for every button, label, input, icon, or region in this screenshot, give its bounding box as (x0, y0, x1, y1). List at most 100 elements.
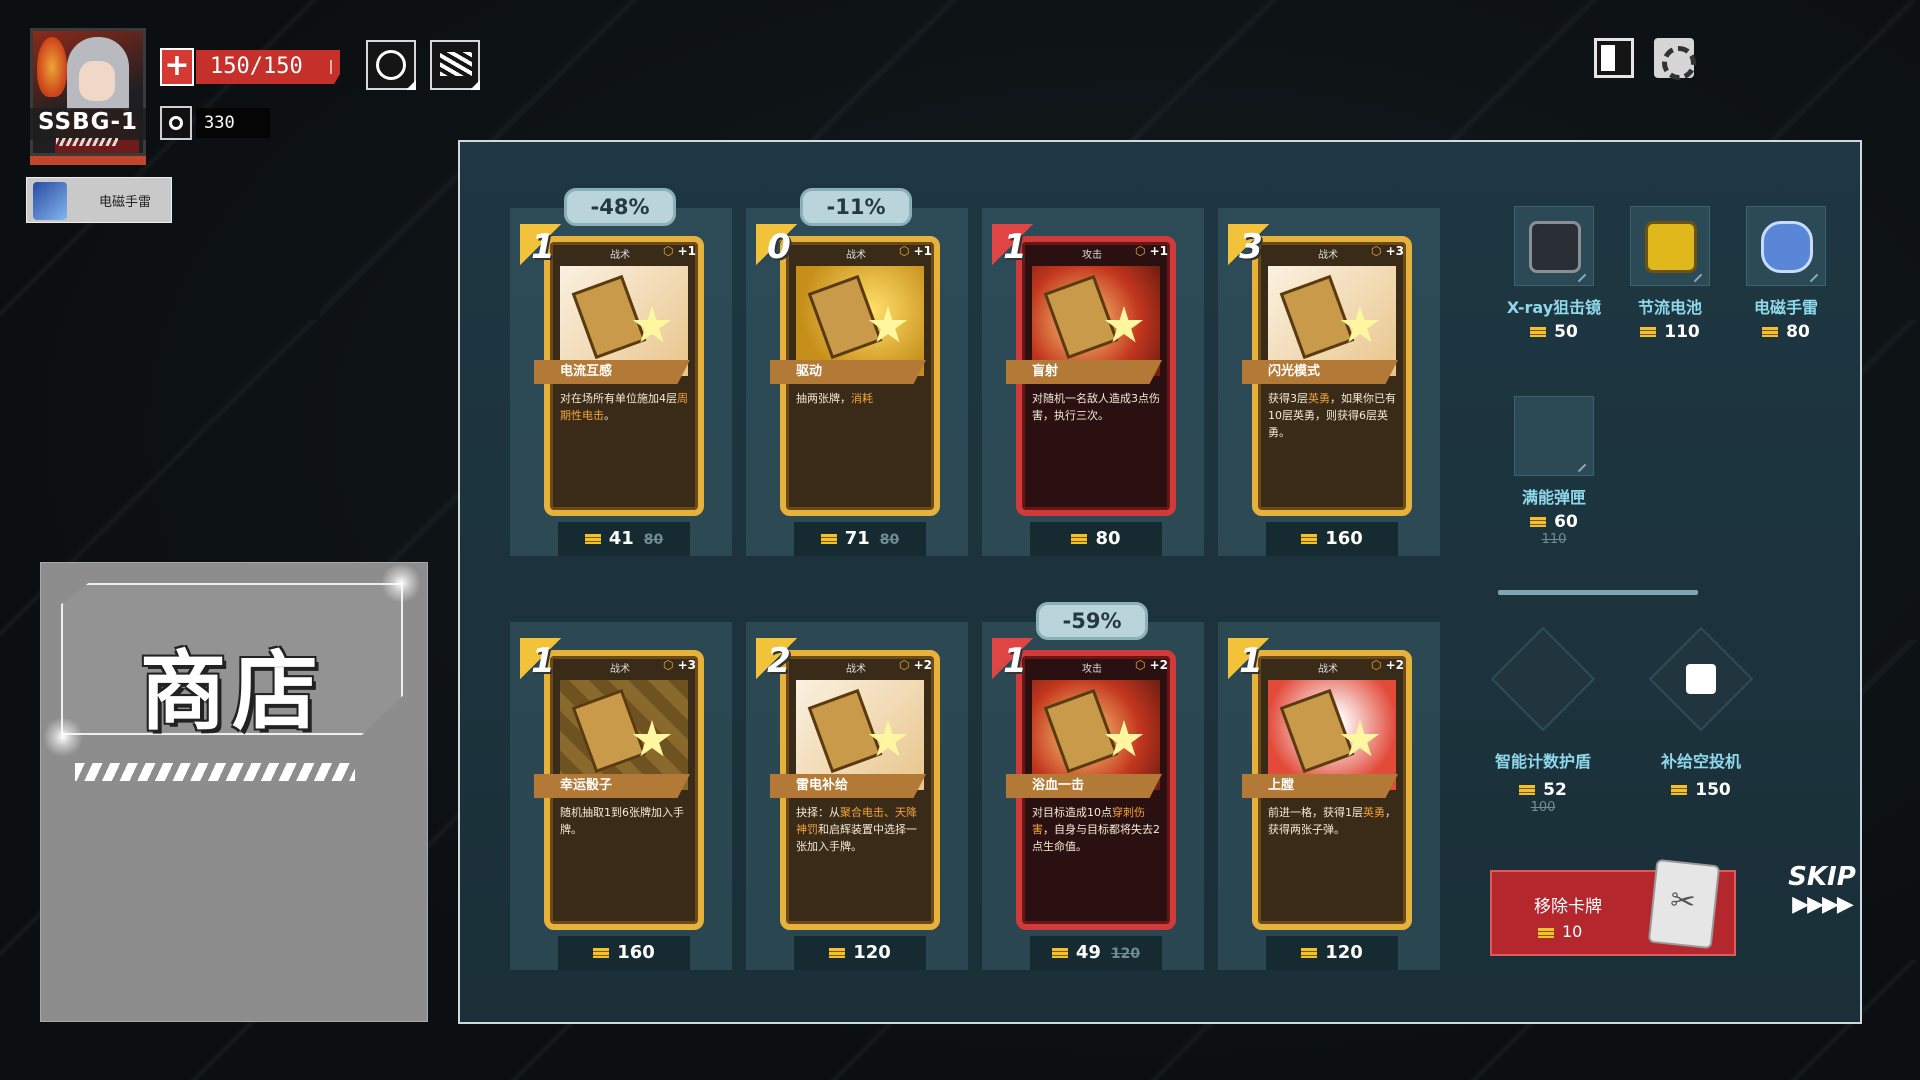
card-description: 对在场所有单位施加4层周期性电击。 (560, 392, 688, 422)
shop-card[interactable]: 1 战术 +2 上膛前进一格，获得1层英勇，获得两张子弹。 (1228, 638, 1412, 930)
card-art (1268, 680, 1396, 790)
glow-dot (43, 717, 83, 757)
card-cost: 1 (520, 638, 566, 684)
card-slot[interactable]: 1 战术 +2 上膛前进一格，获得1层英勇，获得两张子弹。 120 (1218, 622, 1440, 970)
relic-item[interactable]: 电磁手雷 80 (1728, 206, 1844, 342)
coin-icon (1051, 948, 1068, 958)
card-slot[interactable]: 3 战术 +3 闪光模式获得3层英勇，如果你已有10层英勇，则获得6层英勇。 160 (1218, 208, 1440, 556)
coin-icon (1071, 534, 1088, 544)
avatar-underline (30, 156, 146, 165)
arrows-icon: ▶▶▶▶ (1792, 892, 1854, 917)
card-price: 120 (794, 936, 926, 970)
card-slot[interactable]: 1 攻击 +1 盲射对随机一名敌人造成3点伤害，执行三次。 80 (982, 208, 1204, 556)
card-slot[interactable]: 2 战术 +2 雷电补给抉择：从聚合电击、天降神罚和启辉装置中选择一张加入手牌。 120 (746, 622, 968, 970)
shop-sign: 商店 (40, 562, 428, 1022)
card-art (796, 266, 924, 376)
card-description: 随机抽取1到6张牌加入手牌。 (560, 806, 684, 836)
card-name: 上膛 (1242, 774, 1398, 798)
hp-icon: + (160, 48, 194, 86)
relic-slot-label: 电磁手雷 (99, 195, 152, 210)
relic-slot-grenade[interactable]: 电磁手雷 (26, 177, 172, 223)
shop-card[interactable]: 1 攻击 +2 浴血一击对目标造成10点穿刺伤害，自身与目标都将失去2点生命值。 (992, 638, 1176, 930)
gold-value: 330 (196, 108, 270, 138)
shop-stripes (75, 763, 355, 781)
discount-badge: -59% (1036, 602, 1148, 640)
card-type: 攻击 (1082, 664, 1102, 675)
card-cost: 3 (1228, 224, 1274, 270)
utility-item[interactable]: 智能计数护盾 52 100 (1478, 626, 1608, 815)
card-description: 对随机一名敌人造成3点伤害，执行三次。 (1032, 392, 1160, 422)
shop-card[interactable]: 1 战术 +1 电流互感对在场所有单位施加4层周期性电击。 (520, 224, 704, 516)
shop-title: 商店 (140, 642, 324, 742)
shop-card[interactable]: 2 战术 +2 雷电补给抉择：从聚合电击、天降神罚和启辉装置中选择一张加入手牌。 (756, 638, 940, 930)
cards-icon (1686, 664, 1716, 694)
coin-icon (1301, 534, 1318, 544)
magazine-icon (1514, 396, 1594, 476)
coin-icon (829, 948, 846, 958)
card-slot[interactable]: -59%1 攻击 +2 浴血一击对目标造成10点穿刺伤害，自身与目标都将失去2点生命值… (982, 602, 1204, 970)
card-upgrade: +1 (1135, 244, 1168, 258)
camera-scope-icon (1529, 221, 1581, 273)
card-name: 浴血一击 (1006, 774, 1162, 798)
relic-item[interactable]: 节流电池 110 (1612, 206, 1728, 342)
badge-emblem-icon[interactable] (366, 40, 416, 90)
card-type: 战术 (610, 664, 630, 675)
card-upgrade: +3 (1371, 244, 1404, 258)
shield-icon (1490, 626, 1596, 732)
avatar-stripes (56, 138, 118, 146)
glow-dot (381, 563, 421, 603)
card-type: 战术 (1318, 250, 1338, 261)
discount-badge: -11% (800, 188, 912, 226)
skip-button[interactable]: SKIP ▶▶▶▶ (1777, 862, 1867, 917)
card-description: 抽两张牌，消耗 (796, 392, 873, 405)
gear-icon[interactable] (1654, 38, 1696, 80)
shop-card[interactable]: 3 战术 +3 闪光模式获得3层英勇，如果你已有10层英勇，则获得6层英勇。 (1228, 224, 1412, 516)
card-name: 电流互感 (534, 360, 690, 384)
shop-panel: -48%1战术+1电流互感对在场所有单位施加4层周期性电击。4180-11%0战… (458, 140, 1862, 1024)
relic-item[interactable]: X-ray狙击镜 50 (1496, 206, 1612, 342)
card-slot[interactable]: -48%1 战术 +1 电流互感对在场所有单位施加4层周期性电击。 4180 (510, 188, 732, 556)
card-price: 160 (558, 936, 690, 970)
card-price: 120 (1266, 936, 1398, 970)
card-type: 战术 (610, 250, 630, 261)
card-cost: 1 (1228, 638, 1274, 684)
card-description: 对目标造成10点穿刺伤害，自身与目标都将失去2点生命值。 (1032, 806, 1160, 853)
hp-bar: 150/150 (196, 50, 340, 84)
card-slot[interactable]: 1 战术 +3 幸运骰子随机抽取1到6张牌加入手牌。 160 (510, 622, 732, 970)
card-slot[interactable]: -11%0 战术 +1 驱动抽两张牌，消耗 7180 (746, 188, 968, 556)
utility-item[interactable]: 补给空投机 150 (1636, 626, 1766, 800)
card-upgrade: +1 (663, 244, 696, 258)
battery-icon (1645, 221, 1697, 273)
relic-item[interactable]: 满能弹匣 60 110 (1496, 396, 1612, 547)
shop-card[interactable]: 0 战术 +1 驱动抽两张牌，消耗 (756, 224, 940, 516)
card-price: 49 120 (1030, 936, 1162, 970)
card-upgrade: +2 (1371, 658, 1404, 672)
player-name: SSBG-1 (30, 108, 146, 140)
shop-title-frame: 商店 (61, 583, 403, 735)
card-price: 80 (1030, 522, 1162, 556)
map-icon[interactable] (430, 40, 480, 90)
coin-icon (1301, 948, 1318, 958)
card-price: 41 80 (558, 522, 690, 556)
coin-icon (820, 534, 837, 544)
card-cost: 1 (520, 224, 566, 270)
remove-card-button[interactable]: 移除卡牌 10 (1490, 858, 1736, 956)
card-upgrade: +2 (899, 658, 932, 672)
card-cost: 2 (756, 638, 802, 684)
card-price: 71 80 (794, 522, 926, 556)
deck-icon[interactable] (1594, 38, 1634, 78)
card-type: 战术 (1318, 664, 1338, 675)
shop-card[interactable]: 1 攻击 +1 盲射对随机一名敌人造成3点伤害，执行三次。 (992, 224, 1176, 516)
card-description: 前进一格，获得1层英勇，获得两张子弹。 (1268, 806, 1396, 836)
card-name: 驱动 (770, 360, 926, 384)
flame-decor (37, 37, 67, 97)
card-art (1268, 266, 1396, 376)
shop-card[interactable]: 1 战术 +3 幸运骰子随机抽取1到6张牌加入手牌。 (520, 638, 704, 930)
card-art (1032, 680, 1160, 790)
coin-icon (584, 534, 601, 544)
coin-icon (593, 948, 610, 958)
card-price: 160 (1266, 522, 1398, 556)
gold-icon (160, 106, 192, 140)
card-cost: 1 (992, 224, 1038, 270)
card-description: 抉择：从聚合电击、天降神罚和启辉装置中选择一张加入手牌。 (796, 806, 917, 853)
